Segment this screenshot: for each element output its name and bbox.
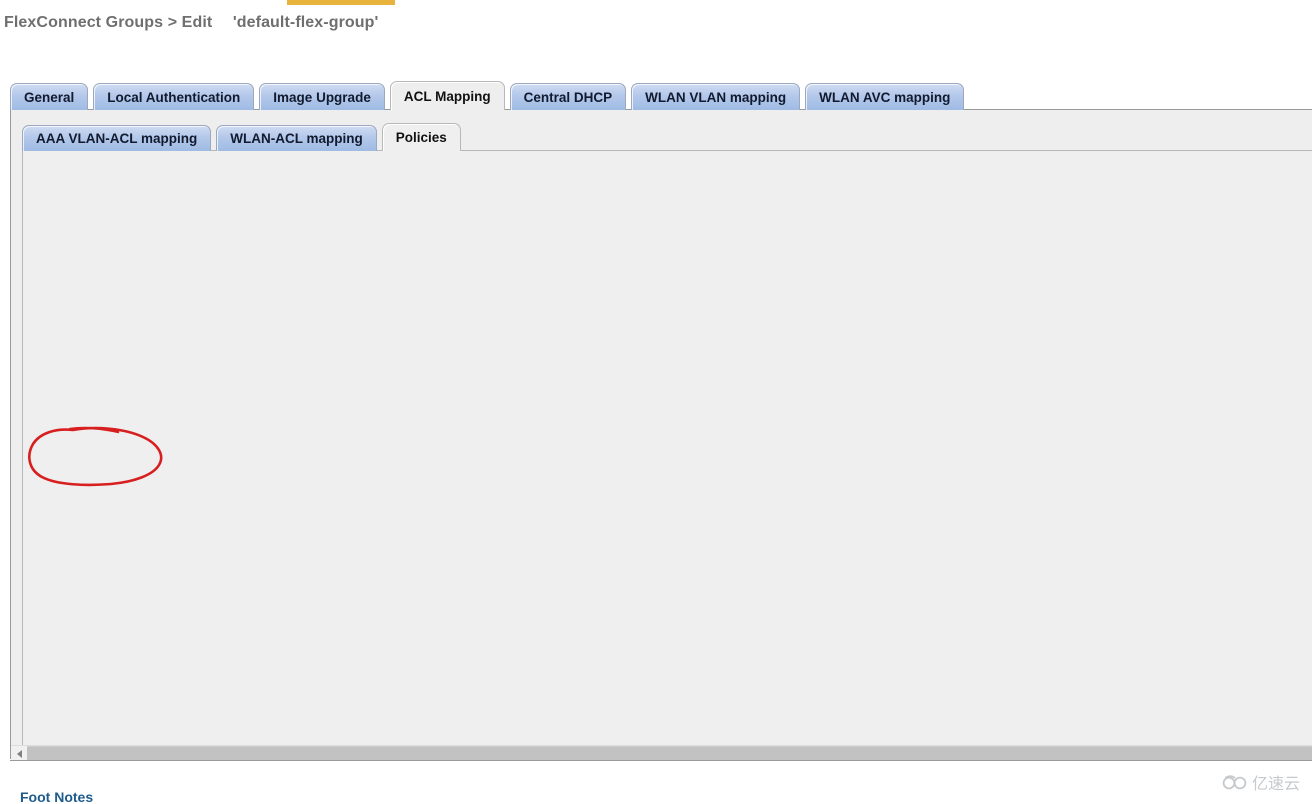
subtab-policies[interactable]: Policies [381,123,461,151]
subtab-wlan-acl-mapping[interactable]: WLAN-ACL mapping [216,125,377,151]
tab-general[interactable]: General [10,83,89,110]
panel-bottom-edge [10,760,1312,761]
breadcrumb: FlexConnect Groups > Edit [4,14,213,31]
foot-notes-heading: Foot Notes [20,789,94,804]
top-accent-strip [287,0,395,5]
tab-wlan-avc-mapping-label: WLAN AVC mapping [819,89,951,105]
screenshot-root: FlexConnect Groups > Edit 'default-flex-… [0,0,1312,804]
tab-local-authentication[interactable]: Local Authentication [93,83,255,110]
subtab-policies-label: Policies [395,130,447,145]
tab-local-authentication-label: Local Authentication [107,89,241,105]
tab-acl-mapping-label: ACL Mapping [403,88,491,104]
tab-wlan-avc-mapping[interactable]: WLAN AVC mapping [805,83,965,110]
tab-central-dhcp-label: Central DHCP [523,89,613,105]
tab-acl-mapping[interactable]: ACL Mapping [389,81,505,110]
subtab-aaa-vlan-acl-mapping[interactable]: AAA VLAN-ACL mapping [22,125,212,151]
horizontal-scrollbar[interactable] [11,745,1312,761]
watermark: 亿速云 [1222,770,1300,794]
tab-image-upgrade[interactable]: Image Upgrade [259,83,385,110]
page-title: FlexConnect Groups > Edit 'default-flex-… [4,14,378,32]
watermark-text: 亿速云 [1251,774,1300,793]
subtab-wlan-acl-mapping-label: WLAN-ACL mapping [230,131,363,146]
tab-general-label: General [24,89,75,105]
tab-central-dhcp[interactable]: Central DHCP [509,83,627,110]
cloud-logo-icon [1222,774,1247,789]
chevron-left-icon[interactable] [11,746,27,761]
tab-wlan-vlan-mapping-label: WLAN VLAN mapping [645,89,787,105]
subtab-aaa-vlan-acl-mapping-label: AAA VLAN-ACL mapping [36,131,198,146]
main-tab-bar: General Local Authentication Image Upgra… [10,81,969,110]
object-name: 'default-flex-group' [232,14,379,31]
tab-wlan-vlan-mapping[interactable]: WLAN VLAN mapping [631,83,801,110]
scrollbar-thumb[interactable] [27,746,1312,760]
sub-tab-bar: AAA VLAN-ACL mapping WLAN-ACL mapping Po… [22,123,466,151]
tab-image-upgrade-label: Image Upgrade [273,89,371,105]
policies-panel [22,150,1312,750]
